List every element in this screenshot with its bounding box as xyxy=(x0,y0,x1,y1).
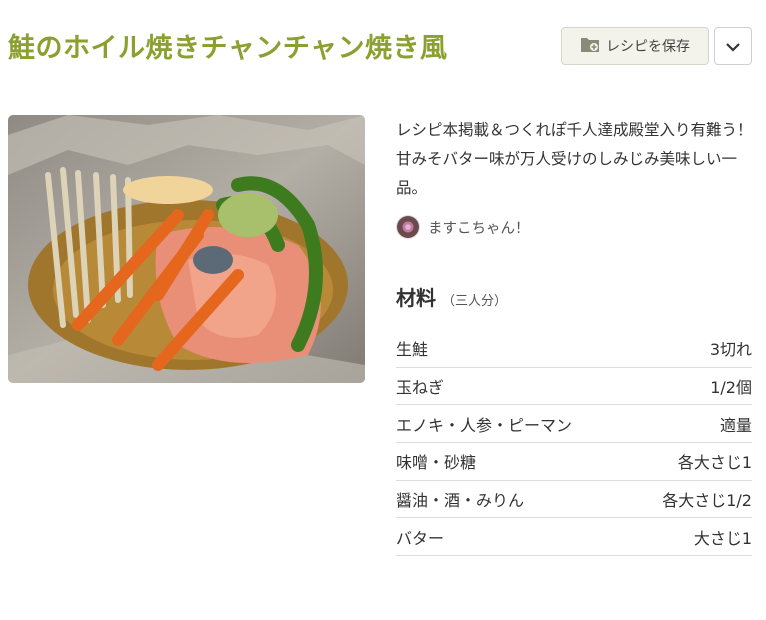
ingredient-row: 玉ねぎ 1/2個 xyxy=(396,368,752,406)
ingredient-quantity: 1/2個 xyxy=(710,378,752,398)
author-link[interactable]: ますこちゃん！ xyxy=(396,214,530,240)
ingredient-quantity: 各大さじ1/2 xyxy=(662,491,752,511)
ingredient-quantity: 各大さじ1 xyxy=(677,453,752,473)
ingredient-name: エノキ・人参・ピーマン xyxy=(396,415,573,435)
ingredients-title: 材料 xyxy=(396,286,436,310)
ingredient-name: バター xyxy=(396,528,445,548)
ingredient-name: 味噌・砂糖 xyxy=(396,453,477,473)
ingredient-row: バター 大さじ1 xyxy=(396,518,752,557)
ingredient-name: 玉ねぎ xyxy=(396,378,445,398)
author-name: ますこちゃん！ xyxy=(428,220,530,237)
more-menu-button[interactable] xyxy=(714,27,752,65)
author-avatar xyxy=(396,215,420,239)
ingredient-quantity: 適量 xyxy=(719,415,752,435)
ingredient-row: 生鮭 3切れ xyxy=(396,330,752,368)
recipe-description: レシピ本掲載＆つくれぽ千人達成殿堂入り有難う！ 甘みそバター味が万人受けのしみじ… xyxy=(396,121,753,197)
ingredients-list: 生鮭 3切れ 玉ねぎ 1/2個 エノキ・人参・ピーマン 適量 味噌・砂糖 各大さ… xyxy=(396,330,752,557)
ingredient-name: 生鮭 xyxy=(396,340,429,360)
ingredient-row: 味噌・砂糖 各大さじ1 xyxy=(396,443,752,481)
ingredient-quantity: 3切れ xyxy=(709,340,752,360)
folder-plus-icon xyxy=(580,35,600,57)
save-recipe-label: レシピを保存 xyxy=(606,39,690,55)
ingredient-name: 醤油・酒・みりん xyxy=(396,491,525,511)
ingredient-row: 醤油・酒・みりん 各大さじ1/2 xyxy=(396,481,752,519)
ingredient-row: エノキ・人参・ピーマン 適量 xyxy=(396,405,752,444)
recipe-photo[interactable] xyxy=(8,115,365,383)
chevron-down-icon xyxy=(725,37,741,56)
recipe-title: 鮭のホイル焼きチャンチャン焼き風 xyxy=(8,33,448,64)
save-recipe-button[interactable]: レシピを保存 xyxy=(561,27,709,65)
ingredients-header: 材料 （三人分） xyxy=(396,282,507,311)
ingredient-quantity: 大さじ1 xyxy=(693,528,752,548)
ingredients-serving: （三人分） xyxy=(442,294,508,309)
